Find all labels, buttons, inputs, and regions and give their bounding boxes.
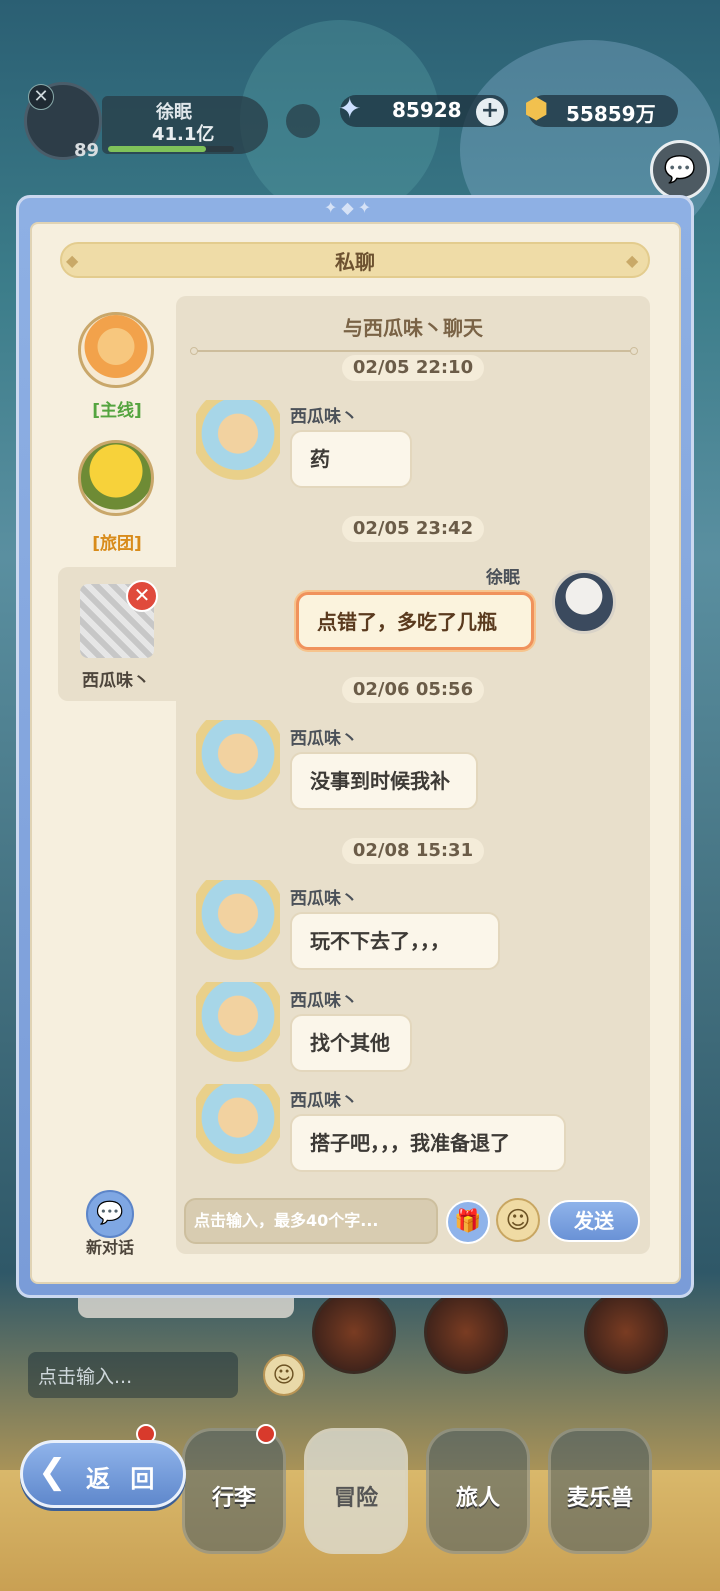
skill-orb-2[interactable] [424, 1290, 508, 1374]
gift-icon[interactable]: 🎁 [446, 1200, 490, 1244]
self-avatar[interactable] [552, 570, 616, 634]
message-bubble: 搭子吧，，，我准备退了 [290, 1114, 566, 1172]
chat-title: 与西瓜味丶聊天 [343, 316, 483, 340]
self-message-bubble: 点错了，多吃了几瓶 [296, 592, 534, 650]
sender-name: 西瓜味丶 [290, 991, 358, 1011]
back-label: 返 回 [86, 1465, 161, 1493]
player-power: 41.1亿 [152, 124, 215, 145]
new-chat-icon[interactable]: 💬 [86, 1190, 134, 1238]
fox-mascot-icon[interactable] [78, 312, 154, 388]
sidebar-chat-name: 西瓜味丶 [82, 671, 150, 691]
star-count: 85928 [392, 98, 462, 122]
sender-name: 西瓜味丶 [290, 407, 358, 427]
nav-label-pets: 麦乐兽 [566, 1486, 633, 1511]
sender-avatar[interactable] [196, 982, 280, 1066]
send-button[interactable]: 发送 [548, 1200, 640, 1242]
emoji-icon[interactable]: ☺ [263, 1354, 305, 1396]
message-bubble: 药 [290, 430, 412, 488]
nav-label-luggage: 行李 [211, 1486, 256, 1511]
close-icon[interactable]: ✕ [28, 84, 54, 110]
gold-coin-icon: ⬢ [524, 92, 549, 125]
back-arrow-icon: ❮ [38, 1452, 67, 1492]
sender-name: 西瓜味丶 [290, 729, 358, 749]
message-bubble: 找个其他 [290, 1014, 412, 1072]
star-gem-icon: ✦ [338, 92, 362, 125]
sender-avatar[interactable] [196, 720, 280, 804]
skill-orb-3[interactable] [584, 1290, 668, 1374]
self-name: 徐眠 [486, 568, 520, 588]
sender-avatar[interactable] [196, 880, 280, 964]
sidebar-item-guild[interactable]: [旅团] [62, 529, 172, 554]
golden-tree-icon[interactable] [78, 440, 154, 516]
timestamp: 02/08 15:31 [342, 838, 484, 864]
divider [190, 347, 638, 355]
close-chat-icon[interactable]: ✕ [126, 580, 158, 612]
message-bubble: 没事到时候我补 [290, 752, 478, 810]
background-chat-input[interactable]: 点击输入... [28, 1352, 238, 1398]
chat-icon[interactable]: 💬 [650, 140, 710, 200]
sender-name: 西瓜味丶 [290, 889, 358, 909]
timestamp: 02/06 05:56 [342, 677, 484, 703]
ornament-icon: ✦◆✦ [324, 198, 376, 217]
new-chat-label[interactable]: 新对话 [60, 1234, 160, 1258]
gold-count: 55859万 [566, 102, 656, 126]
sender-name: 西瓜味丶 [290, 1091, 358, 1111]
timestamp: 02/05 23:42 [342, 516, 484, 542]
notification-dot [256, 1424, 276, 1444]
background-notice [78, 1298, 294, 1318]
player-level: 89 [74, 140, 100, 161]
exp-bar [108, 146, 234, 152]
sidebar-item-main[interactable]: [主线] [62, 396, 172, 421]
sender-avatar[interactable] [196, 400, 280, 484]
nav-label-adventure: 冒险 [333, 1486, 378, 1511]
skill-orb-1[interactable] [312, 1290, 396, 1374]
crown-icon[interactable] [286, 104, 320, 138]
timestamp: 02/05 22:10 [342, 355, 484, 381]
modal-title: 私聊 [335, 250, 375, 274]
nav-label-travelers: 旅人 [455, 1486, 500, 1511]
chat-input[interactable]: 点击输入，最多40个字... [184, 1198, 438, 1244]
add-currency-button[interactable]: + [476, 98, 504, 126]
emoji-icon[interactable]: ☺ [496, 1198, 540, 1242]
message-bubble: 玩不下去了，，， [290, 912, 500, 970]
sender-avatar[interactable] [196, 1084, 280, 1168]
